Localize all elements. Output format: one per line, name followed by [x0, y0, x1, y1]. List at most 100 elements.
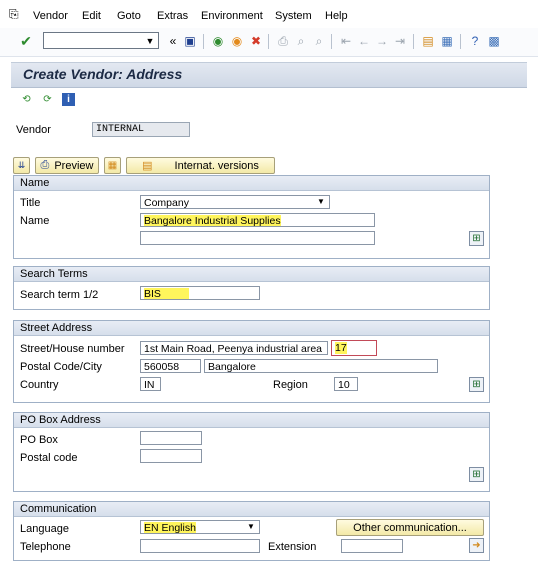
first-page-icon[interactable]: ⇤: [338, 33, 354, 49]
title-select[interactable]: Company ▼: [140, 195, 330, 209]
find-icon[interactable]: ⌕: [293, 33, 309, 49]
layout-menu-icon[interactable]: ▩: [486, 33, 502, 49]
menu-goto[interactable]: Goto: [117, 10, 141, 22]
region-label: Region: [273, 379, 308, 391]
expand-fields-icon: ⊞: [472, 469, 481, 480]
communication-header: Communication: [14, 502, 489, 517]
postal-code-input[interactable]: 560058: [140, 359, 201, 373]
extension-label: Extension: [268, 541, 317, 553]
info-icon[interactable]: i: [62, 93, 75, 106]
name-group-header: Name: [14, 176, 489, 191]
street-address-title: Street Address: [20, 322, 93, 334]
next-page-icon[interactable]: →: [374, 33, 390, 49]
po-box-title: PO Box Address: [20, 414, 101, 426]
name2-input[interactable]: [140, 231, 375, 245]
back-icon[interactable]: ◉: [210, 33, 226, 49]
language-value: EN English: [144, 522, 196, 534]
street-input[interactable]: 1st Main Road, Peenya industrial area: [140, 341, 328, 355]
last-page-icon[interactable]: ⇥: [392, 33, 408, 49]
cancel-icon[interactable]: ✖: [248, 33, 264, 49]
menu-system[interactable]: System: [275, 10, 312, 22]
search-terms-group: Search Terms Search term 1/2 BIS: [13, 266, 490, 310]
toolbar-separator: [331, 34, 332, 49]
exit-icon[interactable]: ◉: [229, 33, 245, 49]
standard-toolbar: ✔ ▼ « ▣ ◉ ◉ ✖ ⎙ ⌕ ⌕ ⇤ ← → ⇥ ▤ ▦ ? ▩: [0, 28, 538, 57]
menu-bar: ⎘ Vendor Edit Goto Extras Environment Sy…: [0, 0, 538, 28]
internat-versions-button[interactable]: ▤ Internat. versions: [126, 157, 275, 174]
expand-fields-icon: ⊞: [472, 379, 481, 390]
name-input-value: Bangalore Industrial Supplies: [144, 215, 281, 227]
street-label: Street/House number: [20, 343, 125, 355]
previous-page-icon[interactable]: ←: [356, 33, 372, 49]
postal-city-label: Postal Code/City: [20, 361, 102, 373]
vendor-field: INTERNAL: [92, 122, 190, 137]
menu-environment[interactable]: Environment: [201, 10, 263, 22]
search-terms-header: Search Terms: [14, 267, 489, 282]
po-box-input[interactable]: [140, 431, 202, 445]
title-bar: Create Vendor: Address: [11, 62, 527, 88]
internat-versions-label: Internat. versions: [174, 159, 259, 172]
window-menu-icon[interactable]: ⎘: [9, 7, 19, 22]
more-names-button[interactable]: ⊞: [469, 231, 484, 246]
menu-vendor[interactable]: Vendor: [33, 10, 68, 22]
enter-check-icon[interactable]: ✔: [18, 33, 34, 49]
more-address-button[interactable]: ⊞: [469, 377, 484, 392]
previous-screen-icon[interactable]: ⟲: [20, 93, 33, 106]
other-communication-button[interactable]: Other communication...: [336, 519, 484, 536]
expand-collapse-button[interactable]: ⇊: [13, 157, 30, 174]
help-icon[interactable]: ?: [467, 33, 483, 49]
more-po-box-button[interactable]: ⊞: [469, 467, 484, 482]
grid-button[interactable]: ▦: [104, 157, 121, 174]
communication-group: Communication Language EN English ▼ Othe…: [13, 501, 490, 561]
telephone-details-button[interactable]: ➜: [469, 538, 484, 553]
po-box-label: PO Box: [20, 434, 58, 446]
title-select-value: Company: [144, 197, 189, 209]
menu-edit[interactable]: Edit: [82, 10, 101, 22]
command-field[interactable]: [43, 32, 159, 49]
telephone-input[interactable]: [140, 539, 260, 553]
grid-icon: ▦: [107, 160, 118, 171]
country-input[interactable]: IN: [140, 377, 161, 391]
menu-help[interactable]: Help: [325, 10, 348, 22]
extension-input[interactable]: [341, 539, 403, 553]
communication-title: Communication: [20, 503, 97, 515]
toolbar-separator: [268, 34, 269, 49]
next-screen-icon[interactable]: ⟳: [41, 93, 54, 106]
chevron-down-icon[interactable]: ▼: [143, 32, 157, 49]
double-left-icon[interactable]: «: [165, 33, 181, 49]
preview-button[interactable]: ⎙ Preview: [35, 157, 99, 174]
toolbar-separator: [203, 34, 204, 49]
po-postal-code-input[interactable]: [140, 449, 202, 463]
name-input[interactable]: Bangalore Industrial Supplies: [140, 213, 375, 227]
preview-label: Preview: [54, 159, 94, 172]
other-communication-label: Other communication...: [353, 521, 467, 534]
telephone-label: Telephone: [20, 541, 71, 553]
new-session-icon[interactable]: ▤: [420, 33, 436, 49]
chevron-down-icon[interactable]: ▼: [245, 521, 257, 533]
menu-extras[interactable]: Extras: [157, 10, 188, 22]
toolbar-separator: [413, 34, 414, 49]
expand-icon: ⇊: [17, 160, 26, 170]
street-address-group: Street Address Street/House number 1st M…: [13, 320, 490, 403]
print-icon[interactable]: ⎙: [275, 33, 291, 49]
save-icon[interactable]: ▣: [182, 33, 198, 49]
vendor-label: Vendor: [16, 124, 51, 136]
page-title: Create Vendor: Address: [23, 66, 183, 82]
city-input[interactable]: Bangalore: [204, 359, 438, 373]
chevron-down-icon[interactable]: ▼: [315, 196, 327, 208]
language-select[interactable]: EN English ▼: [140, 520, 260, 534]
toolbar-separator: [460, 34, 461, 49]
house-number-input[interactable]: 17: [331, 340, 377, 356]
find-next-icon[interactable]: ⌕: [311, 33, 327, 49]
name-label: Name: [20, 215, 50, 227]
shortcut-icon[interactable]: ▦: [439, 33, 455, 49]
search-terms-title: Search Terms: [20, 268, 88, 280]
expand-fields-icon: ⊞: [472, 233, 481, 244]
search-term-input[interactable]: BIS: [140, 286, 260, 300]
region-input[interactable]: 10: [334, 377, 358, 391]
po-box-header: PO Box Address: [14, 413, 489, 428]
po-box-group: PO Box Address PO Box Postal code ⊞: [13, 412, 490, 492]
name-group: Name Title Company ▼ Name Bangalore Indu…: [13, 175, 490, 259]
street-address-header: Street Address: [14, 321, 489, 336]
search-term-label: Search term 1/2: [20, 289, 99, 301]
